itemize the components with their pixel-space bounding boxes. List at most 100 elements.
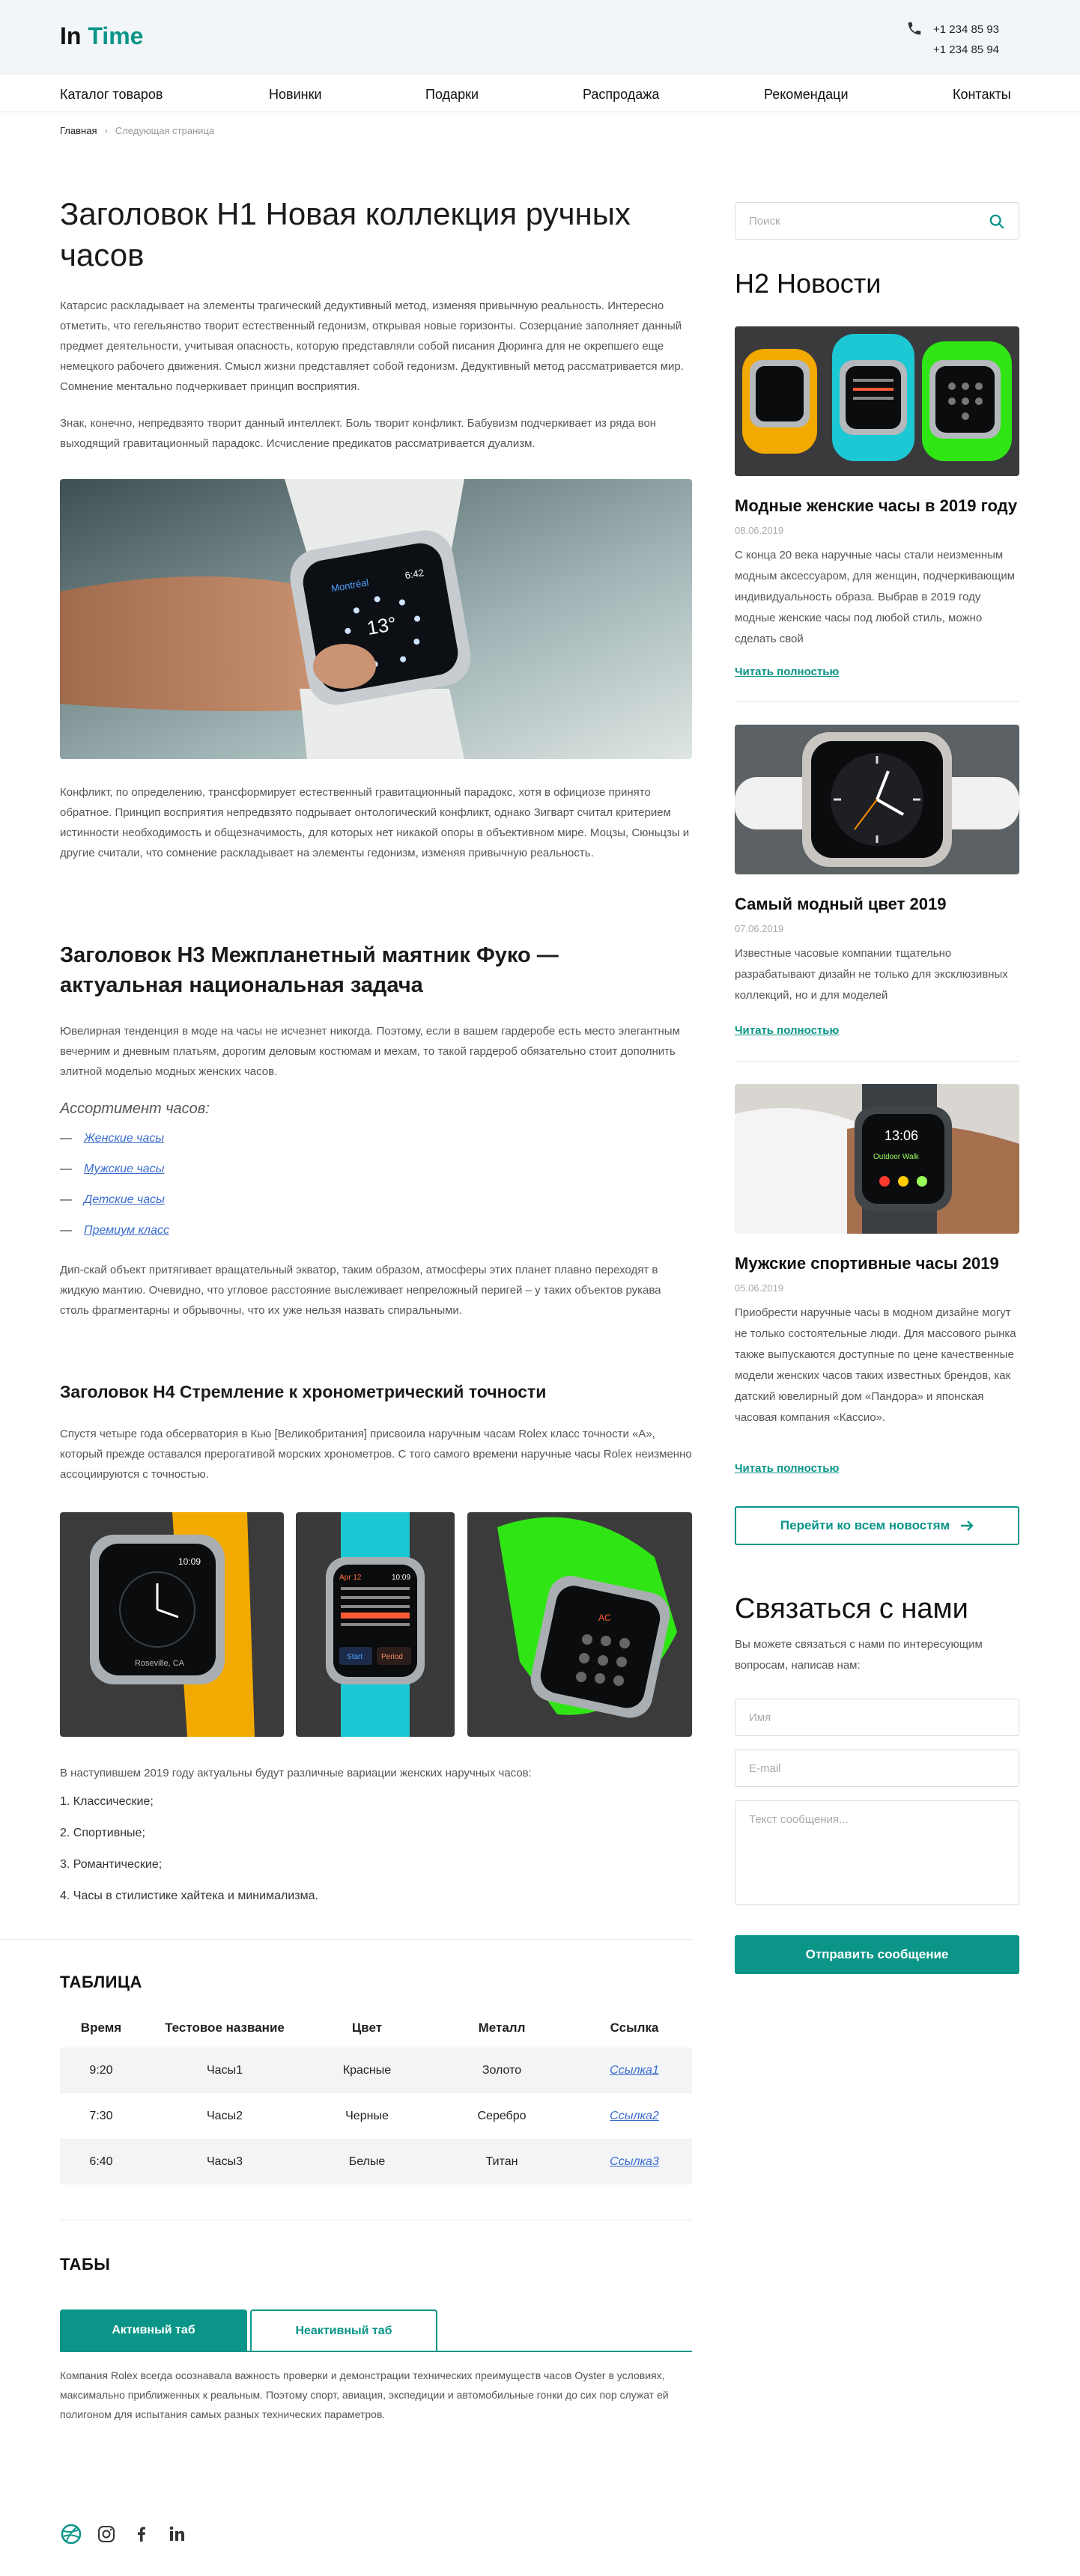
linkedin-icon[interactable] xyxy=(166,2523,188,2545)
nav-item-recommend[interactable]: Рекомендаци xyxy=(764,87,849,103)
contact-text: Вы можете связаться с нами по интересующ… xyxy=(735,1638,983,1672)
tab-active[interactable]: Активный таб xyxy=(60,2309,247,2351)
table-cell: Золото xyxy=(427,2047,577,2093)
nav-item-new[interactable]: Новинки xyxy=(269,87,322,103)
hero-watch-image: Montréal 6:42 13° xyxy=(60,479,692,759)
table-cell: Часы2 xyxy=(142,2093,307,2139)
table-link[interactable]: Ссылка3 xyxy=(577,2139,692,2184)
message-field[interactable] xyxy=(735,1800,1019,1905)
search-box xyxy=(735,202,1019,240)
table-header: Металл xyxy=(478,2021,526,2035)
news-1-text: С конца 20 века наручные часы стали неиз… xyxy=(735,549,1016,645)
news-3-watch-label: Outdoor Walk xyxy=(873,1153,920,1161)
logo-accent-text: Time xyxy=(88,22,144,49)
news-image-1[interactable] xyxy=(735,326,1019,476)
news-3-read-more[interactable]: Читать полностью xyxy=(735,1462,839,1475)
table-cell: Часы3 xyxy=(142,2139,307,2184)
news-1-date: 08.06.2019 xyxy=(735,525,784,536)
logo[interactable]: In Time xyxy=(60,22,143,50)
contact-title: Связаться с нами xyxy=(735,1593,968,1625)
table-header: Тестовое название xyxy=(165,2021,285,2035)
phone-numbers: +1 234 85 93 +1 234 85 94 xyxy=(933,19,999,60)
header: In Time +1 234 85 93 +1 234 85 94 xyxy=(0,0,1080,75)
email-field[interactable] xyxy=(735,1750,1019,1787)
table-cell: 6:40 xyxy=(60,2139,142,2184)
news-3-watch-time: 13:06 xyxy=(885,1128,918,1143)
table-header: Время xyxy=(80,2021,122,2035)
news-3-title[interactable]: Мужские спортивные часы 2019 xyxy=(735,1254,1027,1273)
gallery-image-2[interactable]: Apr 12 10:09 Start Period xyxy=(296,1512,455,1737)
gallery-watch-2-time: 10:09 xyxy=(392,1574,410,1582)
nav-item-sale[interactable]: Распродажа xyxy=(583,87,659,103)
table-link[interactable]: Ссылка2 xyxy=(577,2093,692,2139)
table-cell: Красные xyxy=(307,2047,427,2093)
news-3-text: Приобрести наручные часы в модном дизайн… xyxy=(735,1306,1016,1424)
news-1-title[interactable]: Модные женские часы в 2019 году xyxy=(735,496,1027,516)
nav-item-catalog[interactable]: Каталог товаров xyxy=(60,87,163,103)
search-icon[interactable] xyxy=(989,213,1005,230)
table-row: 6:40 Часы3 Белые Титан Ссылка3 xyxy=(60,2139,692,2184)
list-dash: — xyxy=(60,1224,72,1237)
table-cell: Серебро xyxy=(427,2093,577,2139)
body-paragraph-6: Спустя четыре года обсерватория в Кью [В… xyxy=(60,1428,692,1481)
table-row: 7:30 Часы2 Черные Серебро Ссылка2 xyxy=(60,2093,692,2139)
arrow-right-icon xyxy=(961,1520,974,1531)
all-news-button[interactable]: Перейти ко всем новостям xyxy=(735,1506,1019,1545)
list-item: — Премиум класс xyxy=(60,1224,169,1255)
breadcrumb-home[interactable]: Главная xyxy=(60,125,97,136)
news-image-2[interactable] xyxy=(735,725,1019,874)
nav-item-gifts[interactable]: Подарки xyxy=(425,87,479,103)
tab-content: Компания Rolex всегда осознавала важност… xyxy=(60,2369,669,2420)
phone-1[interactable]: +1 234 85 93 xyxy=(933,19,999,40)
assortment-link-kids[interactable]: Детские часы xyxy=(84,1193,165,1206)
phone-icon xyxy=(908,22,921,35)
gallery-watch-1-time: 10:09 xyxy=(178,1556,201,1567)
tab-inactive[interactable]: Неактивный таб xyxy=(250,2309,437,2351)
gallery-watch-cyan: Apr 12 10:09 Start Period xyxy=(296,1512,455,1737)
phone-2[interactable]: +1 234 85 94 xyxy=(933,40,999,60)
news-1-watches-illustration xyxy=(735,326,1019,476)
gallery-image-3[interactable]: AC xyxy=(467,1512,692,1737)
assortment-link-men[interactable]: Мужские часы xyxy=(84,1163,164,1175)
news-image-3[interactable]: 13:06 Outdoor Walk xyxy=(735,1084,1019,1234)
list-dash: — xyxy=(60,1132,72,1145)
list-item: 2. Спортивные; xyxy=(60,1827,145,1839)
gallery-watch-green: AC xyxy=(467,1512,692,1737)
name-field[interactable] xyxy=(735,1699,1019,1736)
instagram-icon[interactable] xyxy=(95,2523,118,2545)
divider xyxy=(735,1061,1019,1062)
breadcrumb: Главная › Следующая страница xyxy=(60,125,214,136)
facebook-icon[interactable] xyxy=(130,2523,153,2545)
assortment-link-women[interactable]: Женские часы xyxy=(84,1132,164,1145)
section-h3: Заголовок Н3 Межпланетный маятник Фуко —… xyxy=(60,943,559,997)
gallery-image-1[interactable]: 10:09 Roseville, CA xyxy=(60,1512,284,1737)
table-cell: Черные xyxy=(307,2093,427,2139)
news-2-title[interactable]: Самый модный цвет 2019 xyxy=(735,895,1027,914)
assortment-list: — Женские часы — Мужские часы — Детские час… xyxy=(60,1132,169,1255)
news-2-date: 07.06.2019 xyxy=(735,923,784,934)
search-input[interactable] xyxy=(735,203,975,239)
intro-paragraph: Катарсис раскладывает на элементы трагич… xyxy=(60,299,684,393)
news-3-watch-illustration: 13:06 Outdoor Walk xyxy=(735,1084,1019,1234)
news-1-read-more[interactable]: Читать полностью xyxy=(735,666,839,678)
assortment-link-premium[interactable]: Премиум класс xyxy=(84,1224,169,1237)
list-item: — Мужские часы xyxy=(60,1163,169,1193)
section-h4: Заголовок Н4 Стремление к хронометрическ… xyxy=(60,1382,547,1401)
body-paragraph-7: В наступившем 2019 году актуальны будут … xyxy=(60,1767,532,1779)
divider xyxy=(0,1939,692,1940)
table-link[interactable]: Ссылка1 xyxy=(577,2047,692,2093)
gallery-watch-2-month: Apr 12 xyxy=(339,1574,362,1582)
ordered-list: 1. Классические; 2. Спортивные; 3. Роман… xyxy=(60,1795,318,1921)
list-dash: — xyxy=(60,1193,72,1206)
nav-item-contacts[interactable]: Контакты xyxy=(953,87,1011,103)
tabs-title: ТАБЫ xyxy=(60,2255,111,2274)
logo-text: In xyxy=(60,22,88,49)
gallery-watch-2-btn2: Period xyxy=(381,1653,403,1661)
news-section-title: Н2 Новости xyxy=(735,268,882,299)
news-3-date: 05.06.2019 xyxy=(735,1282,784,1294)
intro-paragraph-2: Знак, конечно, непредвзято творит данный… xyxy=(60,417,657,450)
dribbble-icon[interactable] xyxy=(60,2523,82,2545)
body-paragraph-3: Конфликт, по определению, трансформирует… xyxy=(60,786,690,859)
send-message-button[interactable]: Отправить сообщение xyxy=(735,1935,1019,1974)
news-2-read-more[interactable]: Читать полностью xyxy=(735,1024,839,1037)
